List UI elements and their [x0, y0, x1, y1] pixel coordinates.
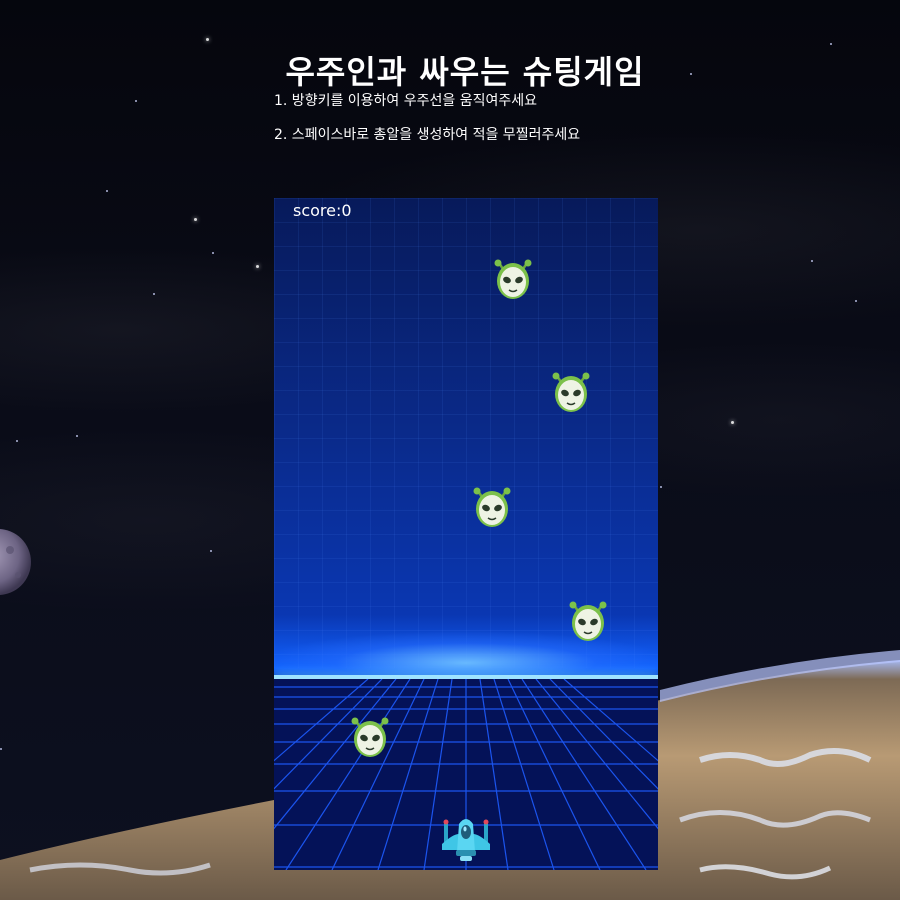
spaceship-icon[interactable]	[439, 814, 493, 864]
alien-enemy-icon	[494, 259, 532, 299]
alien-enemy-icon	[351, 717, 389, 757]
score-display: score:0	[293, 201, 352, 220]
alien-enemy-icon	[473, 487, 511, 527]
alien-enemy-icon	[569, 601, 607, 641]
game-canvas[interactable]: score:0	[274, 198, 658, 870]
instruction-move: 1. 방향키를 이용하여 우주선을 움직여주세요	[274, 93, 537, 109]
sky-grid	[274, 198, 658, 668]
instruction-shoot: 2. 스페이스바로 총알을 생성하여 적을 무찔러주세요	[274, 127, 581, 143]
alien-enemy-icon	[552, 372, 590, 412]
page-title: 우주인과 싸우는 슈팅게임	[285, 53, 645, 92]
instructions-list: 1. 방향키를 이용하여 우주선을 움직여주세요 2. 스페이스바로 총알을 생…	[274, 91, 580, 159]
moon-icon	[0, 529, 31, 595]
game-page: 우주인과 싸우는 슈팅게임 1. 방향키를 이용하여 우주선을 움직여주세요 2…	[0, 0, 900, 900]
